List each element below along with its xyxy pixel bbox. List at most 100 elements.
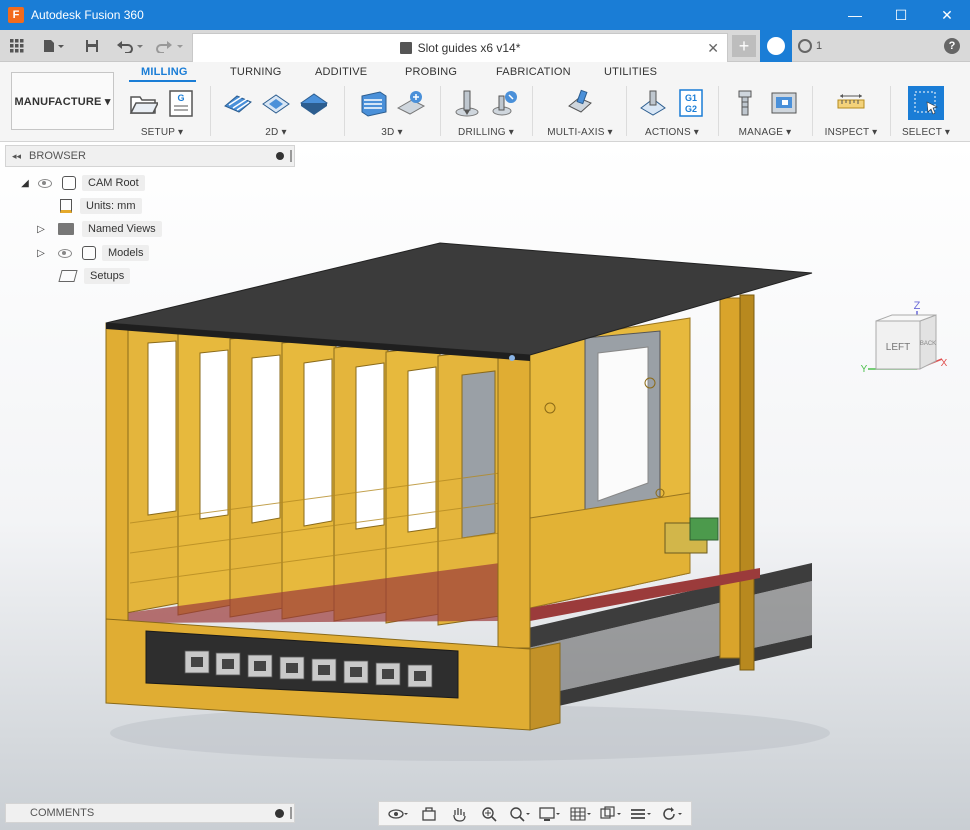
help-icon[interactable]: ? (944, 38, 960, 54)
visibility-eye-icon[interactable] (58, 248, 72, 258)
multi-axis-contour-icon[interactable] (564, 88, 596, 118)
display-settings-icon[interactable] (539, 805, 561, 823)
job-status[interactable]: 1 (798, 30, 822, 62)
drilling-group-label[interactable]: DRILLING ▾ (446, 127, 526, 138)
simulate-icon[interactable] (637, 88, 669, 118)
3d-group-label[interactable]: 3D ▾ (350, 127, 434, 138)
component-icon (82, 246, 96, 260)
tab-turning[interactable]: TURNING (230, 66, 282, 78)
comments-resize-handle[interactable] (290, 807, 292, 819)
open-folder-icon (58, 270, 78, 282)
fit-zoom-icon[interactable] (509, 805, 531, 823)
new-tab-button[interactable]: + (732, 35, 756, 57)
actions-group: G1 G2 ACTIONS ▾ (632, 84, 712, 138)
svg-text:G1: G1 (685, 93, 697, 103)
collapse-browser-icon[interactable]: ◂◂ (12, 151, 21, 162)
tab-probing[interactable]: PROBING (405, 66, 457, 78)
nc-program-icon[interactable]: G (165, 88, 197, 118)
zoom-icon[interactable] (478, 805, 500, 823)
look-at-icon[interactable] (418, 805, 440, 823)
axis-y-label: Y (861, 364, 868, 375)
svg-text:G: G (177, 93, 184, 103)
comments-title: COMMENTS (30, 807, 95, 819)
job-count: 1 (816, 40, 823, 52)
view-cube[interactable]: LEFT BACK Z X Y (860, 299, 950, 379)
maximize-button[interactable]: ☐ (878, 0, 924, 30)
actions-group-label[interactable]: ACTIONS ▾ (632, 127, 712, 138)
front-post-right (497, 347, 531, 649)
drilling-group: DRILLING ▾ (446, 84, 526, 138)
environment-icon[interactable] (630, 805, 652, 823)
setup-group: G SETUP ▾ (122, 84, 202, 138)
extensions-button[interactable] (760, 30, 792, 62)
minimize-button[interactable]: — (832, 0, 878, 30)
toolbar-ribbon: MANUFACTURE ▾ MILLING TURNING ADDITIVE P… (0, 62, 970, 142)
tab-utilities[interactable]: UTILITIES (604, 66, 657, 78)
2d-adaptive-icon[interactable] (222, 88, 254, 118)
collapsed-triangle-icon[interactable]: ▷ (36, 223, 46, 235)
save-icon[interactable] (82, 30, 102, 62)
file-menu-icon[interactable] (38, 30, 68, 62)
inspect-group: INSPECT ▾ (818, 84, 884, 138)
ribbon-divider (440, 86, 441, 136)
hole-recognition-icon[interactable] (489, 88, 521, 118)
ribbon-divider (210, 86, 211, 136)
document-title: Slot guides x6 v14* (417, 41, 521, 55)
2d-group-label[interactable]: 2D ▾ (216, 127, 336, 138)
refresh-icon[interactable] (661, 805, 683, 823)
grid-settings-icon[interactable] (569, 805, 592, 823)
new-setup-folder-icon[interactable] (127, 88, 159, 118)
expanded-triangle-icon[interactable]: ◢ (20, 177, 30, 189)
browser-resize-handle[interactable] (290, 150, 292, 162)
tree-item-models[interactable]: ▷ Models (36, 243, 150, 263)
measure-icon[interactable] (835, 88, 867, 118)
tool-library-icon[interactable] (730, 88, 762, 118)
tree-item-cam-root[interactable]: ◢ CAM Root (20, 173, 145, 193)
multi-axis-group-label[interactable]: MULTI-AXIS ▾ (538, 127, 622, 138)
view-cube-left-face: LEFT (886, 342, 910, 353)
drill-icon[interactable] (451, 88, 483, 118)
inspect-group-label[interactable]: INSPECT ▾ (818, 127, 884, 138)
machine-library-icon[interactable] (768, 88, 800, 118)
2d-pocket-icon[interactable] (260, 88, 292, 118)
browser-title: BROWSER (29, 150, 86, 162)
visibility-eye-icon[interactable] (38, 178, 52, 188)
3d-pocket-icon[interactable] (395, 88, 427, 118)
workspace-switcher[interactable]: MANUFACTURE ▾ (11, 72, 114, 130)
folder-icon (58, 223, 74, 235)
tree-item-named-views[interactable]: ▷ Named Views (36, 219, 162, 239)
collapsed-triangle-icon[interactable]: ▷ (36, 247, 46, 259)
redo-icon[interactable] (153, 30, 187, 62)
tree-item-setups[interactable]: Setups (52, 266, 131, 286)
ribbon-divider (812, 86, 813, 136)
document-tab[interactable]: Slot guides x6 v14* ✕ (192, 33, 728, 62)
orbit-icon[interactable] (387, 805, 409, 823)
tree-item-units[interactable]: Units: mm (52, 196, 142, 216)
tree-item-label: Models (102, 245, 150, 261)
svg-text:G2: G2 (685, 104, 697, 114)
browser-panel-header[interactable]: ◂◂ BROWSER (5, 145, 295, 167)
add-comment-icon[interactable] (275, 808, 284, 818)
comments-panel[interactable]: COMMENTS (5, 803, 295, 823)
manage-group-label[interactable]: MANAGE ▾ (724, 127, 806, 138)
pan-hand-icon[interactable] (448, 805, 470, 823)
tab-fabrication[interactable]: FABRICATION (496, 66, 571, 78)
select-group-label[interactable]: SELECT ▾ (896, 127, 956, 138)
select-icon[interactable] (908, 86, 944, 120)
tab-milling[interactable]: MILLING (141, 66, 188, 78)
browser-pin-icon[interactable] (276, 152, 284, 160)
ribbon-divider (718, 86, 719, 136)
face-icon[interactable] (298, 88, 330, 118)
undo-icon[interactable] (113, 30, 147, 62)
tab-bar: Slot guides x6 v14* ✕ + (0, 30, 970, 62)
post-process-icon[interactable]: G1 G2 (675, 88, 707, 118)
close-tab-icon[interactable]: ✕ (707, 40, 719, 57)
tree-item-label: CAM Root (82, 175, 145, 191)
3d-adaptive-icon[interactable] (357, 88, 389, 118)
tab-additive[interactable]: ADDITIVE (315, 66, 367, 78)
title-bar: F Autodesk Fusion 360 — ☐ ✕ (0, 0, 970, 30)
data-panel-grid-icon[interactable] (6, 30, 28, 62)
close-window-button[interactable]: ✕ (924, 0, 970, 30)
viewports-icon[interactable] (600, 805, 622, 823)
setup-group-label[interactable]: SETUP ▾ (122, 127, 202, 138)
